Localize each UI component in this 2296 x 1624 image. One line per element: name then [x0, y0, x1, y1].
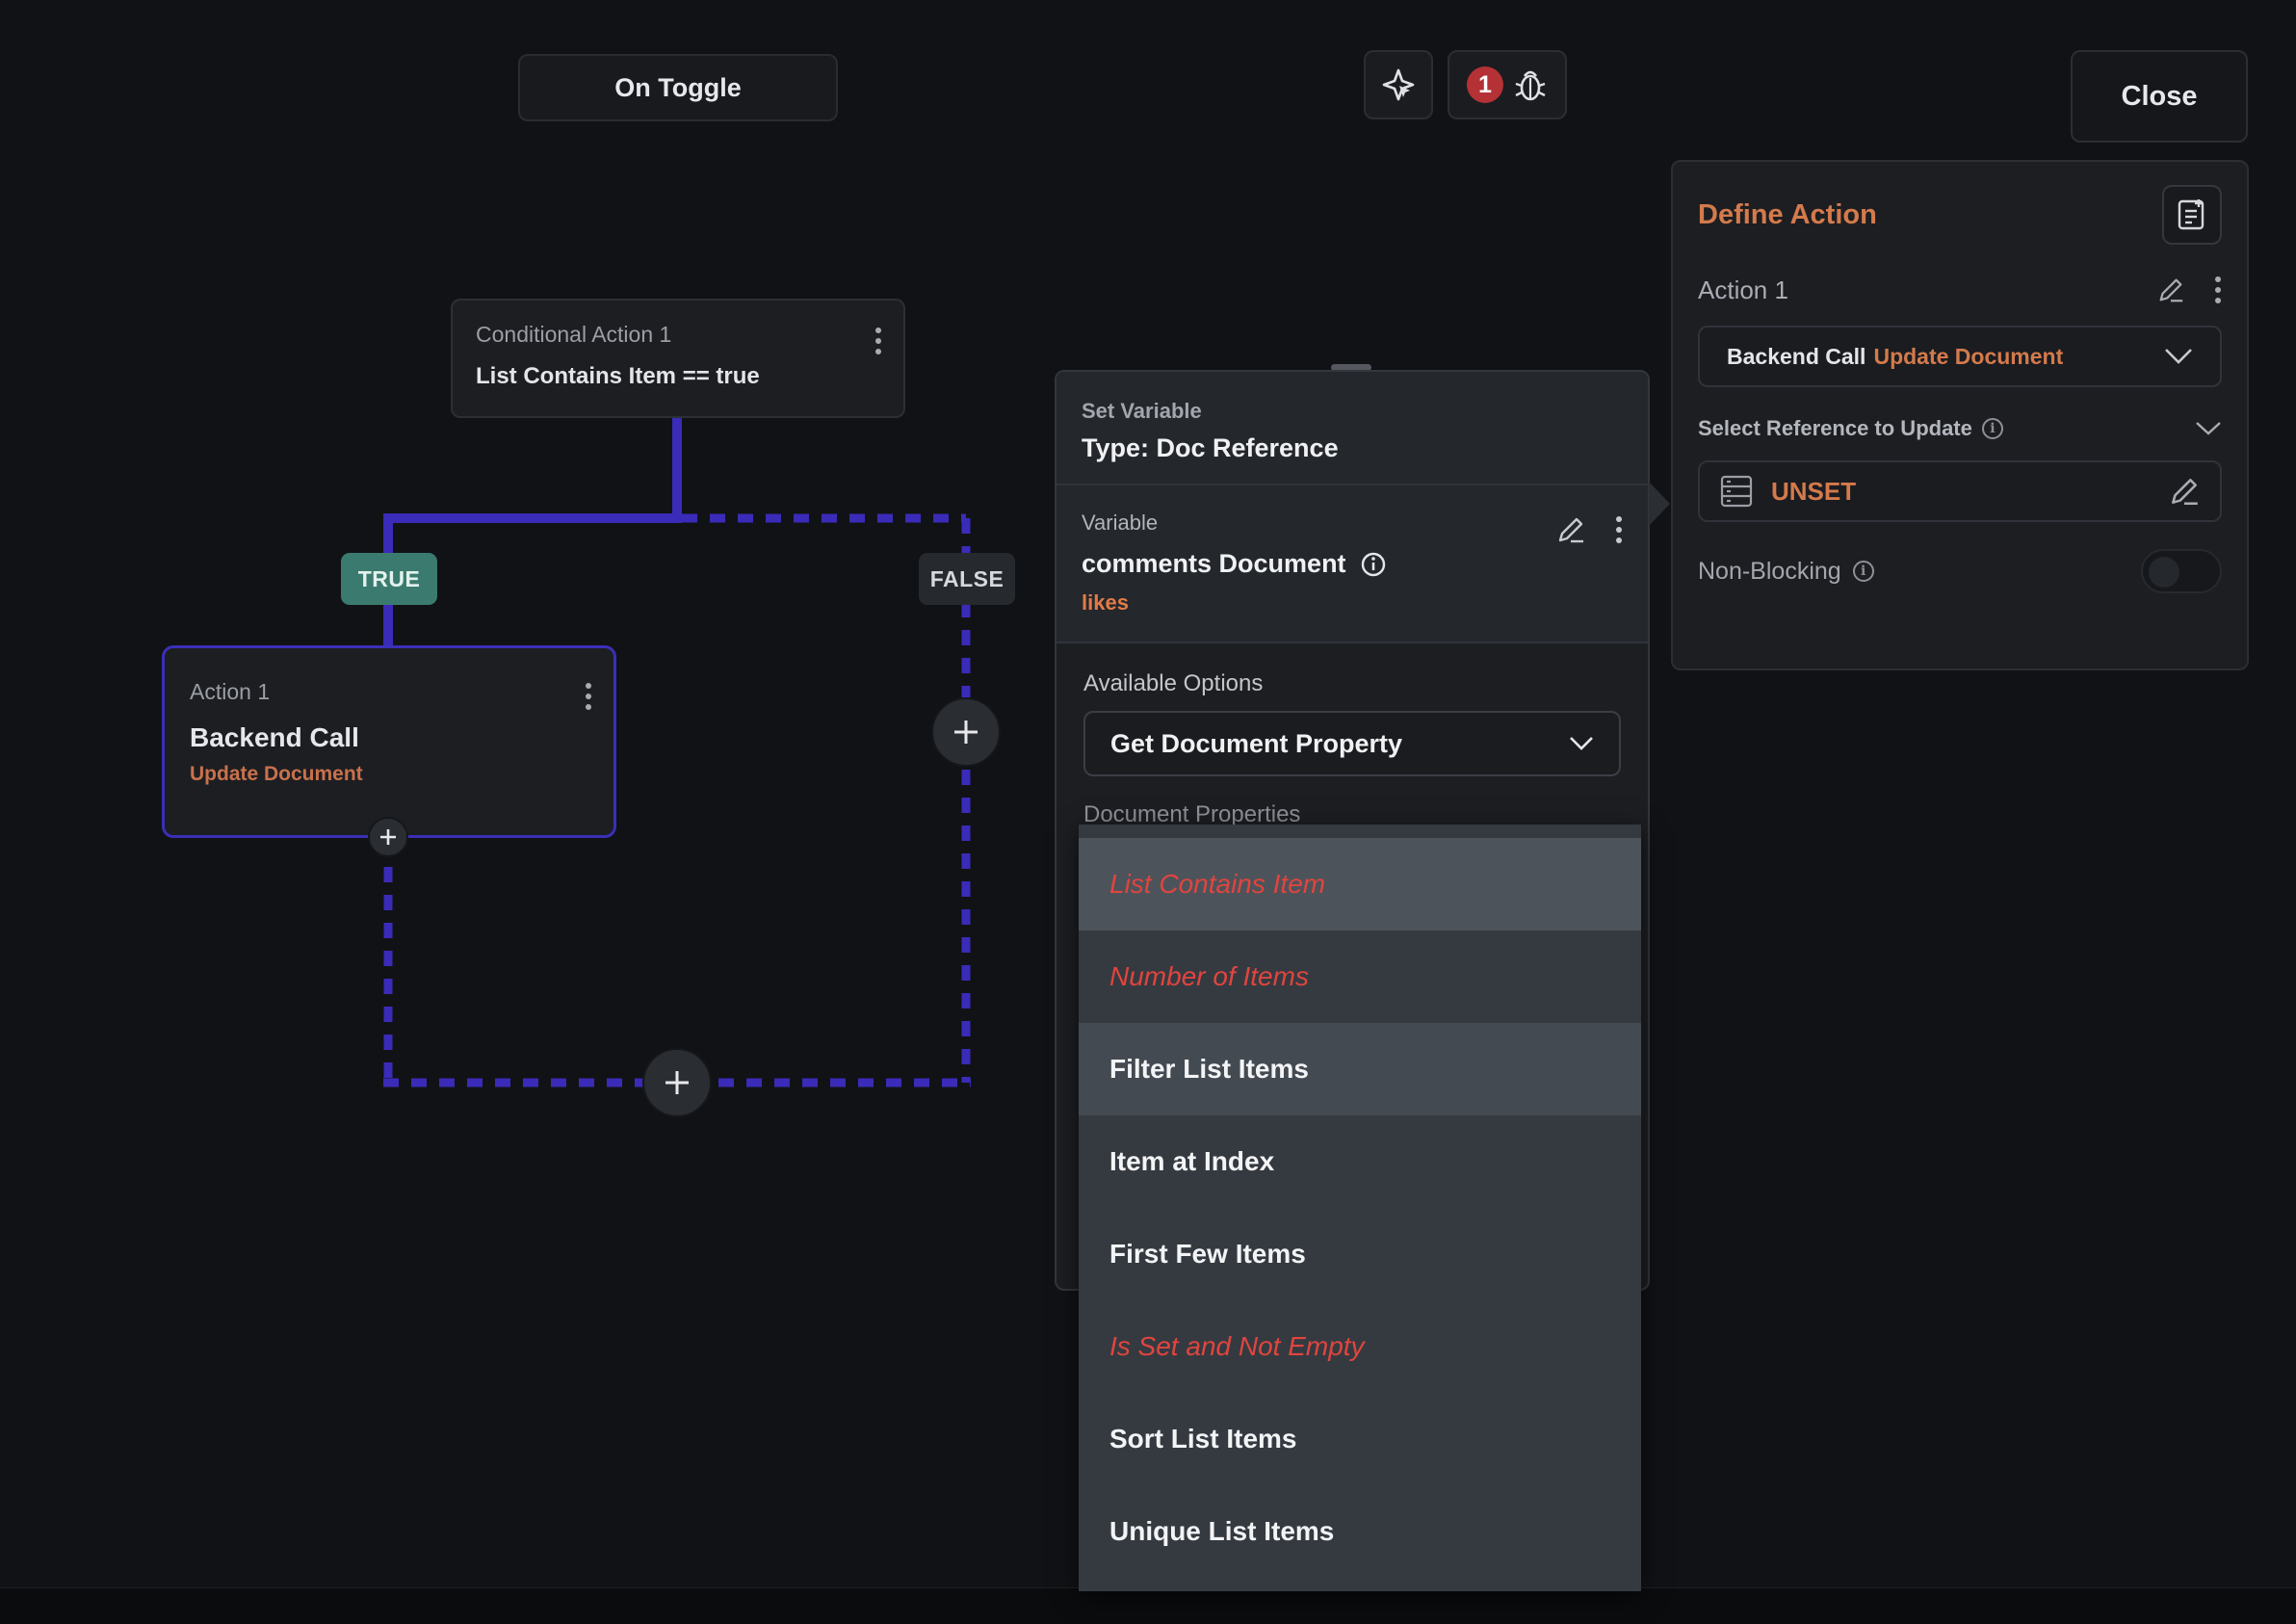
reference-value: UNSET — [1771, 476, 1857, 506]
ai-assist-button[interactable] — [1364, 50, 1433, 119]
options-dropdown: List Contains Item Number of Items Filte… — [1079, 825, 1641, 1591]
false-branch-label: FALSE — [919, 553, 1015, 605]
kebab-icon[interactable] — [585, 683, 592, 710]
non-blocking-toggle[interactable] — [2141, 549, 2222, 593]
set-variable-type: Type: Doc Reference — [1082, 433, 1339, 462]
sparkle-cursor-icon — [1382, 68, 1415, 101]
add-after-conditional-button[interactable] — [642, 1048, 712, 1117]
variable-property: likes — [1082, 590, 1129, 615]
kebab-icon[interactable] — [2214, 276, 2222, 303]
available-options-select[interactable]: Get Document Property — [1083, 711, 1621, 776]
conditional-expression: List Contains Item == true — [476, 363, 760, 389]
reference-section-header[interactable]: Select Reference to Update i — [1698, 416, 2222, 441]
pencil-icon[interactable] — [2168, 475, 2201, 508]
dropdown-option[interactable]: First Few Items — [1079, 1208, 1641, 1300]
available-options-value: Get Document Property — [1110, 728, 1403, 758]
chevron-down-icon — [1570, 737, 1593, 750]
kebab-icon[interactable] — [874, 327, 882, 354]
add-false-branch-button[interactable] — [931, 697, 1001, 767]
action-node-type: Backend Call — [190, 722, 359, 752]
variable-block[interactable]: Variable comments Document likes — [1057, 485, 1648, 643]
plus-icon — [380, 829, 396, 845]
dropdown-option[interactable]: Filter List Items — [1079, 1023, 1641, 1115]
dropdown-option[interactable]: Unique List Items — [1079, 1485, 1641, 1578]
pencil-icon[interactable] — [2156, 275, 2185, 304]
set-variable-header: Set Variable Type: Doc Reference — [1057, 372, 1648, 485]
dropdown-option[interactable]: Number of Items — [1079, 930, 1641, 1023]
dropdown-option[interactable]: Is Set and Not Empty — [1079, 1300, 1641, 1393]
action-node[interactable]: Action 1 Backend Call Update Document — [162, 645, 616, 838]
reference-field[interactable]: UNSET — [1698, 460, 2222, 522]
available-options-label: Available Options — [1083, 670, 1264, 696]
debug-button[interactable]: 1 — [1448, 50, 1567, 119]
action-docs-button[interactable] — [2162, 185, 2222, 245]
conditional-action-name: Conditional Action 1 — [476, 322, 672, 347]
panel-pointer-arrow — [1649, 482, 1670, 526]
chevron-down-icon[interactable] — [2195, 421, 2222, 436]
debug-count-badge: 1 — [1467, 66, 1503, 103]
close-button[interactable]: Close — [2071, 50, 2248, 143]
reference-label: Select Reference to Update — [1698, 416, 1972, 440]
define-action-panel: Define Action Action 1 Backend Call Upda… — [1671, 160, 2249, 670]
action-subtype-value: Update Document — [1873, 343, 2064, 369]
doc-add-icon — [2178, 199, 2205, 230]
action-node-name: Action 1 — [190, 679, 271, 704]
bug-icon — [1515, 70, 1546, 101]
dropdown-option[interactable]: List Contains Item — [1079, 838, 1641, 930]
info-icon[interactable] — [1360, 551, 1387, 578]
pencil-icon[interactable] — [1555, 514, 1586, 545]
define-action-title: Define Action — [1698, 198, 1877, 230]
flow-connectors — [383, 418, 971, 1087]
info-icon[interactable]: i — [1981, 418, 2003, 439]
bottom-strip — [0, 1587, 2296, 1624]
non-blocking-label: Non-Blocking — [1698, 557, 1841, 585]
plus-icon — [954, 720, 978, 744]
dropdown-option[interactable]: Sort List Items — [1079, 1393, 1641, 1485]
action-type-select[interactable]: Backend Call Update Document — [1698, 326, 2222, 387]
variable-label: Variable — [1082, 511, 1159, 535]
action-node-subtype: Update Document — [190, 763, 363, 785]
variable-name: comments Document — [1082, 549, 1346, 578]
true-branch-label: TRUE — [341, 553, 437, 605]
action-type-value: Backend Call — [1727, 343, 1866, 369]
dropdown-option[interactable]: Item at Index — [1079, 1115, 1641, 1208]
document-properties-label: Document Properties — [1083, 801, 1301, 826]
set-variable-kicker: Set Variable — [1082, 399, 1202, 423]
plus-icon — [665, 1071, 689, 1094]
info-icon[interactable]: i — [1852, 561, 1874, 582]
add-after-action-button[interactable] — [368, 817, 408, 857]
chevron-down-icon — [2165, 349, 2192, 364]
database-icon — [1720, 475, 1753, 508]
action-name: Action 1 — [1698, 275, 1788, 304]
conditional-action-node[interactable]: Conditional Action 1 List Contains Item … — [451, 299, 905, 418]
kebab-icon[interactable] — [1615, 516, 1623, 543]
